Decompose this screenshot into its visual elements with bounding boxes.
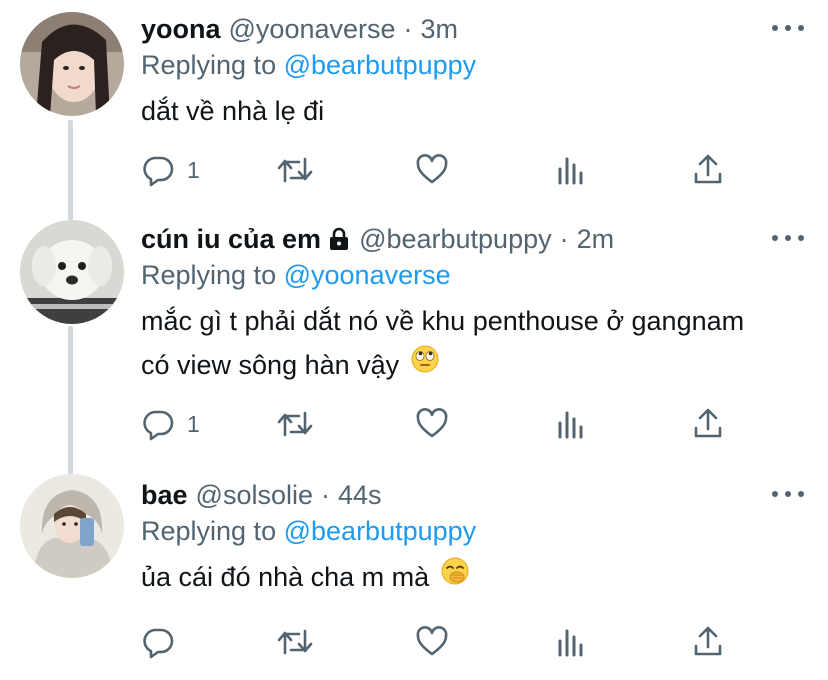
- share-icon: [694, 154, 722, 184]
- reply-button[interactable]: 1: [141, 150, 200, 190]
- separator-dot: ·: [403, 14, 413, 44]
- tweet-text-line: dắt về nhà lẹ đi: [141, 96, 325, 126]
- reply-count: 1: [187, 410, 200, 437]
- reply-icon: [143, 156, 174, 187]
- reply-count: 1: [187, 156, 200, 183]
- retweet-button[interactable]: [275, 622, 315, 662]
- analytics-button[interactable]: [555, 404, 587, 444]
- analytics-icon: [558, 411, 583, 439]
- heart-icon: [416, 408, 448, 438]
- replying-prefix: Replying to: [141, 260, 277, 290]
- analytics-button[interactable]: [555, 622, 587, 662]
- share-icon: [694, 626, 722, 656]
- separator-dot: ·: [559, 224, 569, 254]
- user-handle[interactable]: @solsolie: [196, 480, 313, 511]
- tweet-text: dắt về nhà lẹ đi: [141, 89, 808, 133]
- rolling-eyes-emoji-icon: [411, 342, 439, 386]
- avatar[interactable]: [20, 12, 124, 116]
- replying-prefix: Replying to: [141, 50, 277, 80]
- analytics-icon: [558, 157, 583, 185]
- reply-icon: [143, 628, 174, 659]
- tweet-text-line: có view sông hàn vậy: [141, 350, 400, 380]
- tweet-text: mắc gì t phải dắt nó về khu penthouse ở …: [141, 299, 808, 389]
- retweet-button[interactable]: [275, 404, 315, 444]
- like-button[interactable]: [415, 622, 449, 662]
- tweet-actions: 1: [141, 150, 741, 190]
- timestamp[interactable]: 2m: [577, 224, 615, 255]
- replying-to: Replying to @yoonaverse: [141, 260, 808, 291]
- timestamp[interactable]: 3m: [421, 14, 459, 45]
- display-name[interactable]: yoona: [141, 14, 221, 45]
- heart-icon: [416, 626, 448, 656]
- mention-link[interactable]: @yoonaverse: [284, 260, 451, 290]
- tweet-text-line: ủa cái đó nhà cha m mà: [141, 562, 430, 592]
- reply-thread: yoona @yoonaverse · 3m Replying to @bear…: [0, 0, 828, 680]
- reply-button[interactable]: [141, 622, 187, 662]
- more-options-icon[interactable]: [772, 18, 804, 38]
- analytics-button[interactable]: [555, 150, 587, 190]
- retweet-icon: [277, 629, 313, 655]
- share-button[interactable]: [691, 622, 725, 662]
- heart-icon: [416, 154, 448, 184]
- mention-link[interactable]: @bearbutpuppy: [284, 516, 477, 546]
- replying-to: Replying to @bearbutpuppy: [141, 50, 808, 81]
- tweet[interactable]: yoona @yoonaverse · 3m Replying to @bear…: [0, 0, 828, 210]
- replying-to: Replying to @bearbutpuppy: [141, 516, 808, 547]
- display-name[interactable]: cún iu của em: [141, 224, 321, 255]
- hand-over-mouth-emoji-icon: [441, 554, 469, 598]
- tweet-actions: 1: [141, 404, 741, 444]
- retweet-button[interactable]: [275, 150, 315, 190]
- tweet-header: cún iu của em @bearbutpuppy · 2m: [141, 224, 808, 258]
- lock-icon: [327, 227, 351, 256]
- user-handle[interactable]: @yoonaverse: [229, 14, 396, 45]
- tweet-header: yoona @yoonaverse · 3m: [141, 14, 808, 48]
- retweet-icon: [277, 411, 313, 437]
- more-options-icon[interactable]: [772, 484, 804, 504]
- replying-prefix: Replying to: [141, 516, 277, 546]
- timestamp[interactable]: 44s: [338, 480, 382, 511]
- reply-icon: [143, 410, 174, 441]
- like-button[interactable]: [415, 150, 449, 190]
- reply-button[interactable]: 1: [141, 404, 200, 444]
- tweet[interactable]: cún iu của em @bearbutpuppy · 2m Replyin…: [0, 210, 828, 466]
- tweet-text: ủa cái đó nhà cha m mà: [141, 555, 808, 601]
- display-name[interactable]: bae: [141, 480, 188, 511]
- retweet-icon: [277, 157, 313, 183]
- separator-dot: ·: [320, 480, 330, 510]
- tweet[interactable]: bae @solsolie · 44s Replying to @bearbut…: [0, 466, 828, 680]
- avatar[interactable]: [20, 474, 124, 578]
- tweet-header: bae @solsolie · 44s: [141, 480, 808, 514]
- share-button[interactable]: [691, 150, 725, 190]
- tweet-actions: [141, 622, 741, 662]
- user-handle[interactable]: @bearbutpuppy: [359, 224, 552, 255]
- share-icon: [694, 408, 722, 438]
- tweet-text-line: mắc gì t phải dắt nó về khu penthouse ở …: [141, 306, 745, 336]
- like-button[interactable]: [415, 404, 449, 444]
- tweet-text-line-with-emoji: ủa cái đó nhà cha m mà: [141, 555, 808, 601]
- share-button[interactable]: [691, 404, 725, 444]
- more-options-icon[interactable]: [772, 228, 804, 248]
- mention-link[interactable]: @bearbutpuppy: [284, 50, 477, 80]
- analytics-icon: [558, 629, 583, 657]
- avatar[interactable]: [20, 220, 124, 324]
- tweet-text-line-with-emoji: có view sông hàn vậy: [141, 343, 808, 389]
